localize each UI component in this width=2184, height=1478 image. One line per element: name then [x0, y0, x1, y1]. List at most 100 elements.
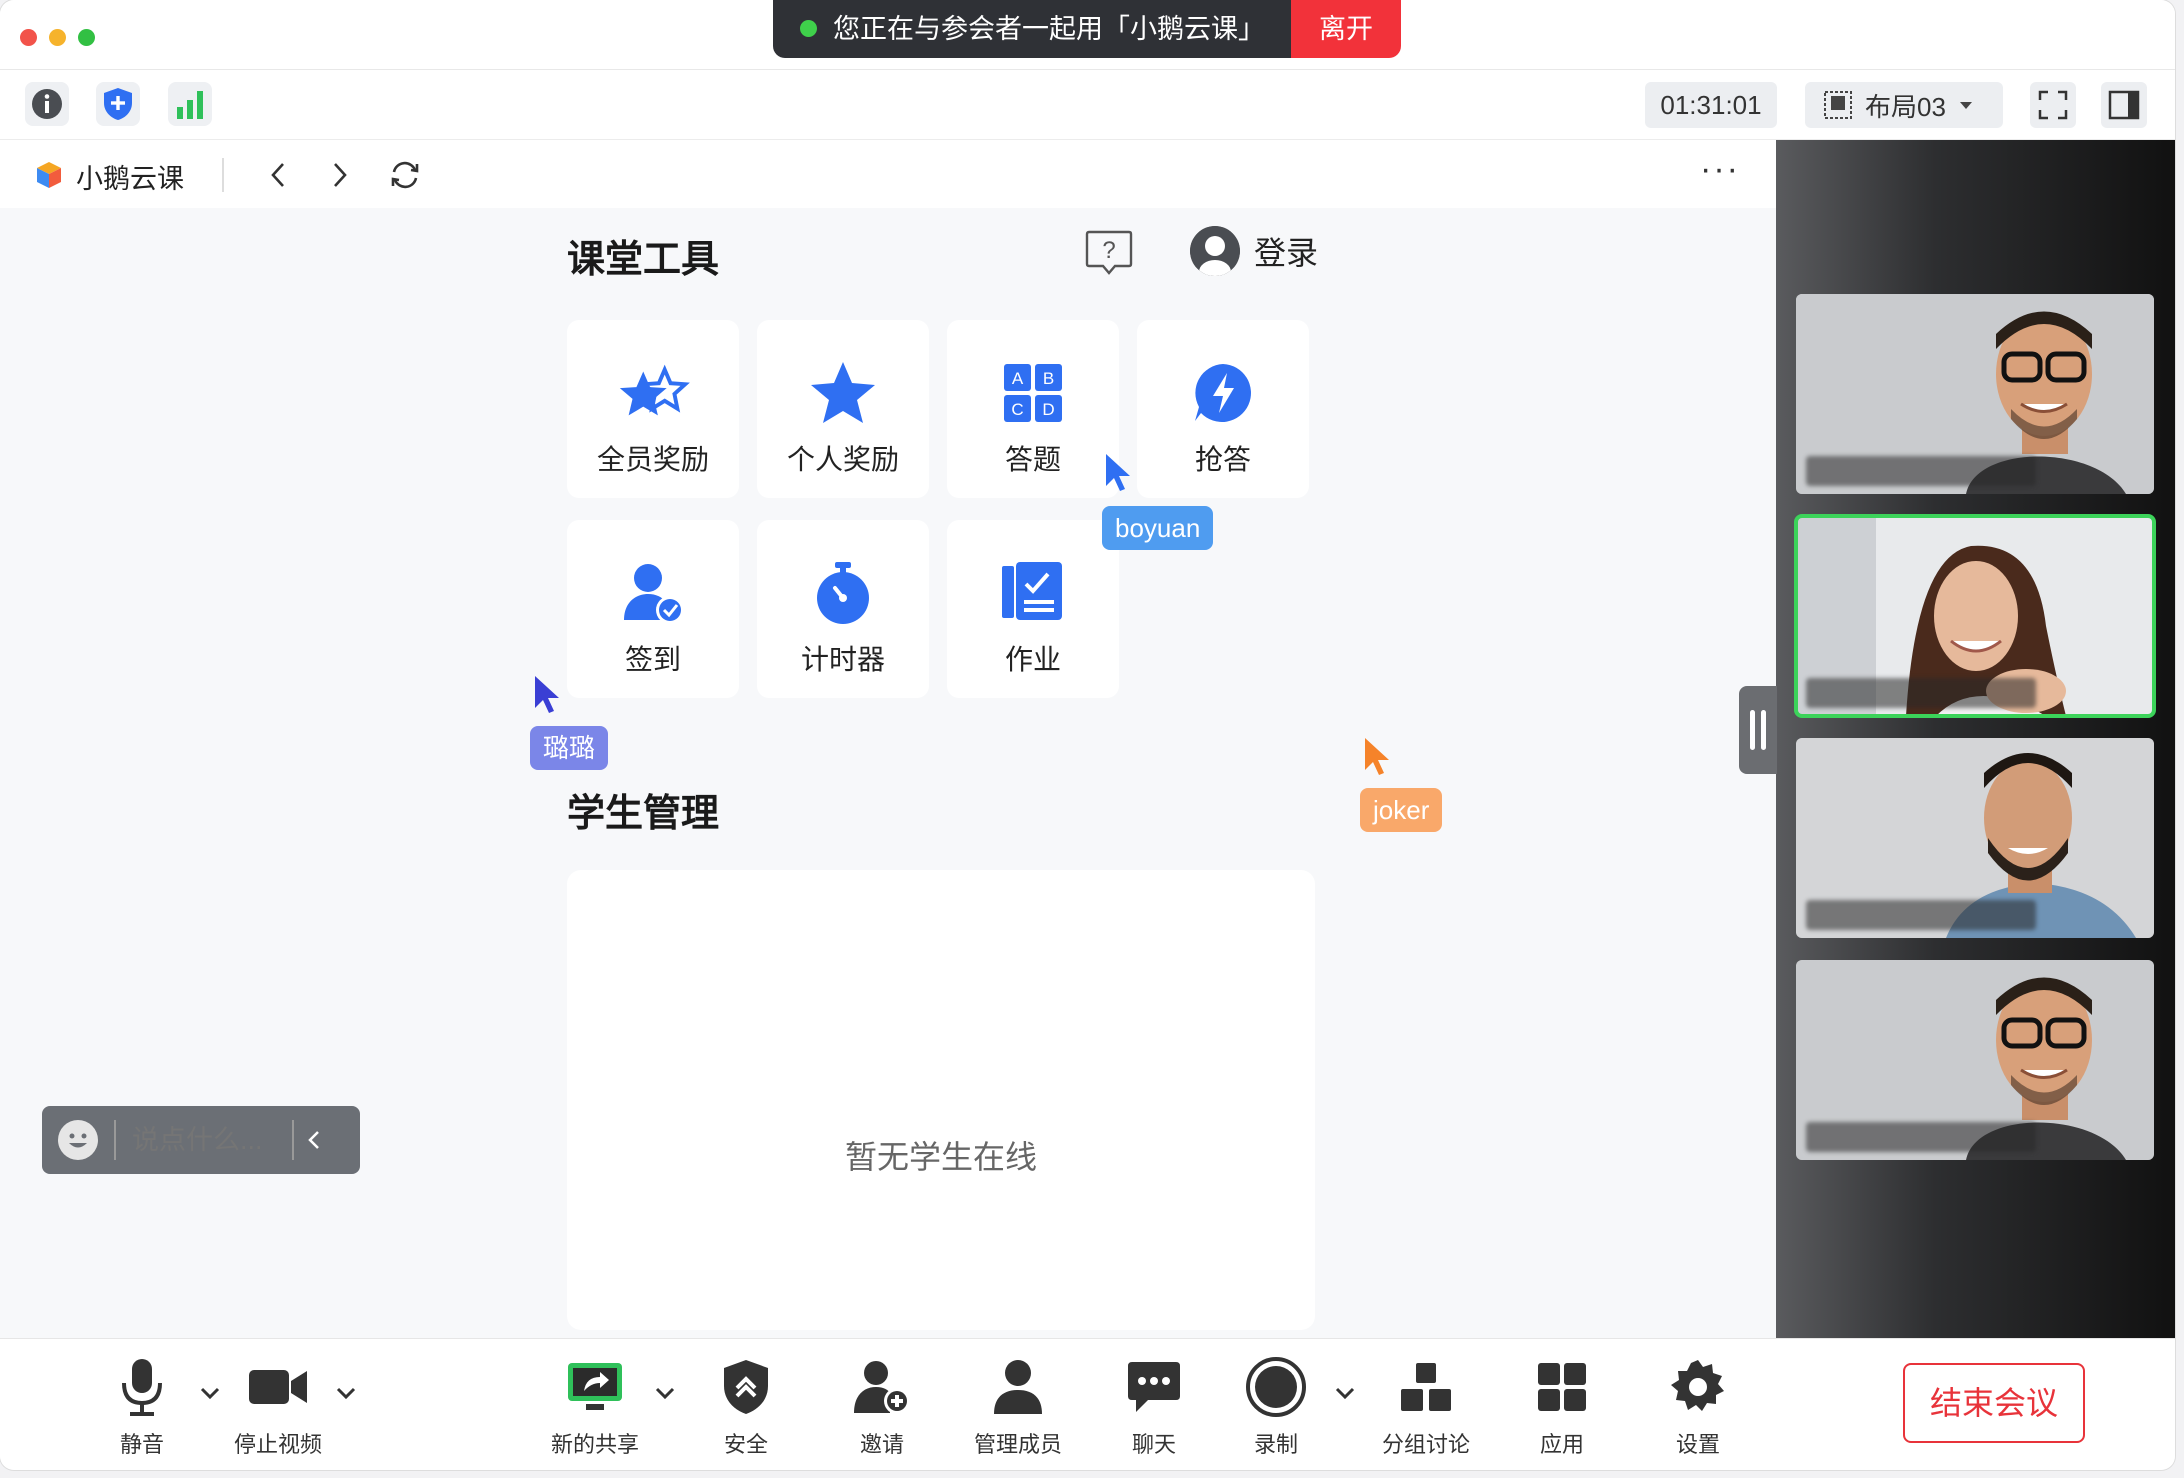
- security-label: 安全: [723, 1432, 768, 1457]
- manage-members-button[interactable]: 管理成员: [958, 1355, 1078, 1459]
- layout-icon: [1824, 91, 1852, 119]
- minimize-window-button[interactable]: [49, 29, 66, 46]
- participant-name-blurred: [1806, 456, 2036, 486]
- chat-input-bar: [42, 1106, 360, 1174]
- signal-strength-icon[interactable]: [168, 82, 212, 126]
- settings-label: 设置: [1675, 1432, 1720, 1457]
- security-shield-icon: [721, 1355, 771, 1419]
- panel-resize-handle[interactable]: [1739, 686, 1777, 774]
- refresh-button[interactable]: [388, 158, 422, 192]
- classroom-tools-title: 课堂工具: [567, 239, 720, 281]
- chevron-right-icon: [334, 163, 347, 187]
- fullscreen-button[interactable]: [2030, 82, 2076, 128]
- info-icon[interactable]: [25, 82, 69, 126]
- shield-icon[interactable]: [96, 82, 140, 126]
- refresh-icon: [391, 161, 419, 189]
- settings-button[interactable]: 设置: [1638, 1355, 1758, 1459]
- title-bar: 您正在与参会者一起用「小鹅云课」 离开: [0, 0, 2175, 70]
- classroom-content: 课堂工具 ? 登录 全员奖励 个人奖励 ABCD 答题 抢答 签到 计时器 作业…: [0, 208, 1776, 1338]
- student-list-panel: 暂无学生在线: [567, 870, 1315, 1330]
- video-tile[interactable]: [1796, 738, 2154, 938]
- tool-personal-reward[interactable]: 个人奖励: [757, 320, 929, 498]
- student-management-title: 学生管理: [567, 793, 720, 835]
- back-button[interactable]: [261, 158, 295, 192]
- close-window-button[interactable]: [20, 29, 37, 46]
- video-tile[interactable]: [1796, 960, 2154, 1160]
- invite-button[interactable]: 邀请: [822, 1355, 942, 1459]
- fullscreen-icon: [2038, 90, 2068, 120]
- gear-icon: [1669, 1355, 1727, 1419]
- end-meeting-button[interactable]: 结束会议: [1903, 1363, 2085, 1443]
- video-tile-active-speaker[interactable]: [1794, 514, 2156, 718]
- security-button[interactable]: 安全: [686, 1355, 806, 1459]
- tool-timer[interactable]: 计时器: [757, 520, 929, 698]
- invite-label: 邀请: [859, 1432, 904, 1457]
- stopwatch-icon: [804, 558, 882, 628]
- tool-homework[interactable]: 作业: [947, 520, 1119, 698]
- chevron-down-icon[interactable]: [1333, 1381, 1357, 1405]
- sidebar-toggle-button[interactable]: [2101, 82, 2147, 128]
- tool-label: 答题: [1004, 444, 1061, 475]
- members-icon: [991, 1355, 1045, 1419]
- collapse-chat-button[interactable]: [294, 1120, 334, 1160]
- tool-quick-answer[interactable]: 抢答: [1137, 320, 1309, 498]
- lightning-bubble-icon: [1184, 358, 1262, 428]
- stop-video-button[interactable]: 停止视频: [218, 1355, 338, 1459]
- stars-icon: [614, 358, 692, 428]
- mute-button[interactable]: 静音: [82, 1355, 202, 1459]
- record-label: 录制: [1253, 1432, 1298, 1457]
- chat-button[interactable]: 聊天: [1094, 1355, 1214, 1459]
- user-check-icon: [614, 558, 692, 628]
- help-icon[interactable]: ?: [1083, 228, 1135, 278]
- chevron-down-icon[interactable]: [334, 1381, 358, 1405]
- forward-button[interactable]: [323, 158, 357, 192]
- remote-cursor-icon: [1106, 454, 1130, 491]
- login-button[interactable]: 登录: [1190, 226, 1318, 276]
- new-share-label: 新的共享: [550, 1432, 639, 1457]
- stop-video-label: 停止视频: [233, 1432, 322, 1457]
- participant-name-blurred: [1806, 678, 2036, 708]
- record-button[interactable]: 录制: [1216, 1355, 1336, 1459]
- new-share-button[interactable]: 新的共享: [535, 1355, 655, 1459]
- chevron-down-icon[interactable]: [653, 1381, 677, 1405]
- breakout-rooms-button[interactable]: 分组讨论: [1366, 1355, 1486, 1459]
- apps-button[interactable]: 应用: [1502, 1355, 1622, 1459]
- chat-input[interactable]: [132, 1124, 292, 1156]
- participant-name-blurred: [1806, 900, 2036, 930]
- abcd-grid-icon: AB CD: [994, 358, 1072, 428]
- window-controls: [20, 29, 95, 46]
- tool-label: 作业: [1004, 644, 1061, 675]
- apps-label: 应用: [1539, 1432, 1584, 1457]
- tool-label: 抢答: [1194, 444, 1251, 475]
- remote-cursor-icon: [535, 676, 559, 713]
- homework-icon: [994, 558, 1072, 628]
- tool-sign-in[interactable]: 签到: [567, 520, 739, 698]
- emoji-icon[interactable]: [58, 1120, 98, 1160]
- leave-share-button[interactable]: 离开: [1291, 0, 1401, 58]
- svg-text:?: ?: [1102, 237, 1115, 264]
- video-camera-icon: [247, 1355, 309, 1419]
- mute-label: 静音: [119, 1432, 164, 1457]
- svg-text:D: D: [1042, 400, 1054, 419]
- tool-label: 全员奖励: [596, 444, 709, 475]
- maximize-window-button[interactable]: [78, 29, 95, 46]
- tool-all-reward[interactable]: 全员奖励: [567, 320, 739, 498]
- app-logo-icon: [37, 162, 61, 188]
- chevron-left-icon: [308, 1131, 319, 1149]
- chevron-down-icon: [1959, 102, 1972, 109]
- manage-members-label: 管理成员: [973, 1432, 1062, 1457]
- sidebar-panel-icon: [2108, 90, 2140, 120]
- participant-name-blurred: [1806, 1122, 2036, 1152]
- empty-state-text: 暂无学生在线: [844, 1139, 1037, 1175]
- video-tile[interactable]: [1796, 294, 2154, 494]
- star-icon: [804, 358, 882, 428]
- layout-dropdown[interactable]: 布局03: [1805, 82, 2003, 128]
- meeting-window: 您正在与参会者一起用「小鹅云课」 离开 01:31:01 布局03 小鹅云课 ·…: [0, 0, 2175, 1470]
- more-options-button[interactable]: ···: [1700, 150, 1740, 189]
- tool-quiz[interactable]: AB CD 答题: [947, 320, 1119, 498]
- svg-text:A: A: [1012, 369, 1024, 388]
- chat-label: 聊天: [1131, 1432, 1176, 1457]
- remote-cursor-icon: [1365, 738, 1389, 775]
- cursor-tag-boyuan: boyuan: [1102, 506, 1214, 550]
- meeting-timer: 01:31:01: [1645, 82, 1777, 128]
